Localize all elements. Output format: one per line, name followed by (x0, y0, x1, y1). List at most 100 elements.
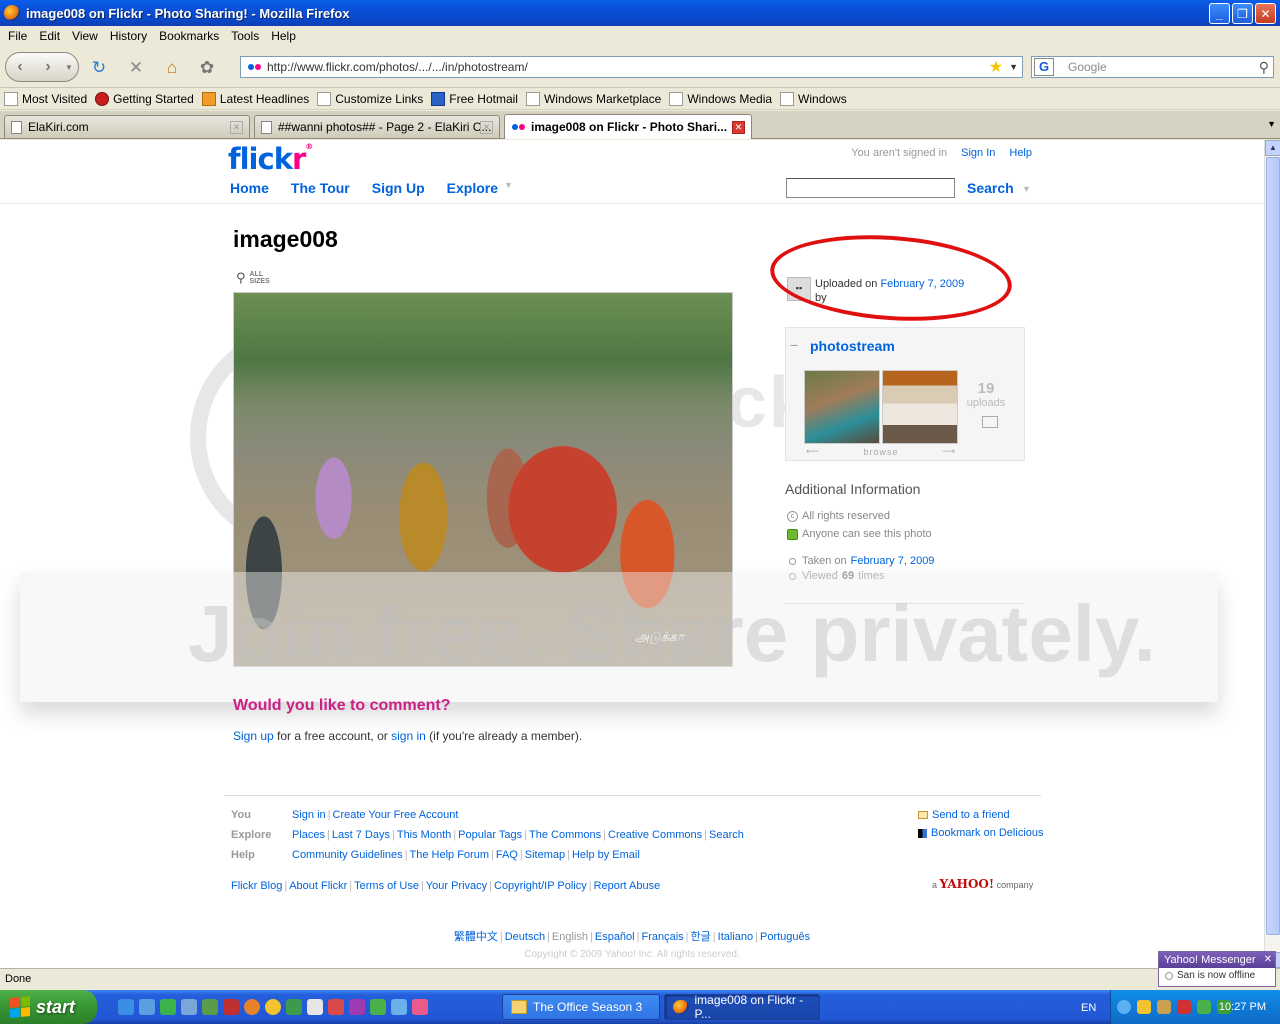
prev-arrow-icon[interactable]: ⟵ (806, 446, 820, 457)
language-link[interactable]: 한글 (691, 931, 711, 943)
scroll-thumb[interactable] (1266, 157, 1280, 935)
footer-link[interactable]: Create Your Free Account (333, 809, 459, 821)
menu-edit[interactable]: Edit (33, 29, 66, 43)
home-button[interactable]: ⌂ (162, 58, 182, 78)
bookmark-windows-marketplace[interactable]: Windows Marketplace (525, 91, 661, 106)
footer-link[interactable]: Terms of Use (354, 880, 419, 892)
bookmark-free-hotmail[interactable]: Free Hotmail (431, 91, 518, 106)
footer-link[interactable]: Sign in (292, 809, 326, 821)
app-icon[interactable] (307, 999, 323, 1015)
menu-file[interactable]: File (2, 29, 33, 43)
app-icon[interactable] (286, 999, 302, 1015)
url-text[interactable]: http://www.flickr.com/photos/.../.../in/… (267, 60, 989, 74)
addon-icon[interactable]: ✿ (197, 58, 217, 78)
tray-app-icon[interactable] (1157, 1000, 1171, 1014)
stop-button[interactable]: ✕ (126, 58, 146, 78)
ie-icon[interactable] (118, 999, 134, 1015)
scroll-up-icon[interactable]: ▲ (1265, 140, 1280, 156)
language-link[interactable]: Italiano (718, 931, 753, 943)
messenger-notification[interactable]: Yahoo! Messenger ✕ San is now offline (1158, 951, 1276, 987)
help-link[interactable]: Help (1009, 147, 1032, 159)
photostream-link[interactable]: photostream (810, 338, 895, 354)
language-indicator[interactable]: EN (1081, 1002, 1096, 1014)
messenger-icon[interactable] (265, 999, 281, 1015)
bookmark-windows[interactable]: Windows (780, 91, 847, 106)
forward-button[interactable]: › (34, 58, 62, 76)
tab-flickr-image008[interactable]: image008 on Flickr - Photo Shari... ✕ (504, 114, 752, 139)
google-engine-icon[interactable]: G (1034, 58, 1054, 76)
maximize-button[interactable]: ❐ (1232, 3, 1253, 24)
taskbar-item-office[interactable]: The Office Season 3 (502, 994, 660, 1020)
search-input[interactable]: Google (1068, 60, 1259, 74)
app-icon[interactable] (202, 999, 218, 1015)
photostream-thumbnail[interactable] (882, 370, 958, 444)
footer-link[interactable]: Sitemap (525, 849, 565, 861)
reload-button[interactable]: ↻ (89, 58, 109, 78)
footer-link[interactable]: The Help Forum (410, 849, 489, 861)
sign-up-link[interactable]: Sign up (233, 729, 274, 743)
bookmark-windows-media[interactable]: Windows Media (669, 91, 772, 106)
url-bar[interactable]: http://www.flickr.com/photos/.../.../in/… (240, 56, 1023, 78)
photostream-thumbnail[interactable] (804, 370, 880, 444)
taskbar-item-firefox[interactable]: image008 on Flickr - P... (664, 993, 820, 1021)
next-arrow-icon[interactable]: ⟶ (942, 446, 956, 457)
footer-link[interactable]: FAQ (496, 849, 518, 861)
minimize-button[interactable]: _ (1209, 3, 1230, 24)
taken-date-link[interactable]: February 7, 2009 (851, 555, 935, 567)
footer-link[interactable]: Help by Email (572, 849, 640, 861)
nav-the-tour[interactable]: The Tour (291, 180, 350, 196)
language-link[interactable]: 繁體中文 (454, 931, 498, 943)
footer-link[interactable]: The Commons (529, 829, 601, 841)
back-button[interactable]: ‹ (6, 58, 34, 76)
footer-link[interactable]: Search (709, 829, 744, 841)
close-button[interactable]: ✕ (1255, 3, 1276, 24)
app-icon[interactable] (391, 999, 407, 1015)
tab-close-icon[interactable]: ✕ (732, 120, 745, 134)
history-dropdown-icon[interactable]: ▼ (62, 63, 76, 72)
tray-shield-icon[interactable] (1177, 1000, 1191, 1014)
flickr-search-input[interactable] (786, 178, 955, 198)
language-link[interactable]: Français (641, 931, 683, 943)
search-icon[interactable]: ⚲ (1259, 59, 1269, 76)
bookmark-star-icon[interactable]: ★ (989, 57, 1003, 77)
search-dropdown-icon[interactable]: ▼ (1022, 184, 1031, 194)
menu-bookmarks[interactable]: Bookmarks (153, 29, 225, 43)
close-icon[interactable]: ✕ (1264, 952, 1272, 968)
start-button[interactable]: start (0, 990, 97, 1024)
media-player-icon[interactable] (160, 999, 176, 1015)
flickr-logo[interactable]: flickr® (228, 142, 313, 176)
tray-messenger-icon[interactable] (1137, 1000, 1151, 1014)
language-link[interactable]: Deutsch (505, 931, 545, 943)
bookmark-most-visited[interactable]: Most Visited (4, 91, 87, 106)
url-dropdown-icon[interactable]: ▼ (1009, 62, 1018, 72)
footer-link[interactable]: Last 7 Days (332, 829, 390, 841)
comment-sign-in-link[interactable]: sign in (391, 729, 426, 743)
bookmark-customize-links[interactable]: Customize Links (317, 91, 423, 106)
yahoo-company-logo[interactable]: a YAHOO! company (932, 877, 1033, 891)
app-icon[interactable] (181, 999, 197, 1015)
tray-app-icon[interactable] (1197, 1000, 1211, 1014)
app-icon[interactable] (223, 999, 239, 1015)
flickr-search-button[interactable]: Search (967, 180, 1014, 196)
nav-explore[interactable]: Explore (447, 180, 498, 196)
collapse-icon[interactable]: − (790, 337, 798, 353)
sign-in-link[interactable]: Sign In (961, 147, 995, 159)
app-icon[interactable] (370, 999, 386, 1015)
app-icon[interactable] (328, 999, 344, 1015)
language-link[interactable]: Español (595, 931, 635, 943)
tab-wanni-photos[interactable]: ##wanni photos## - Page 2 - ElaKiri C...… (254, 115, 500, 138)
footer-link[interactable]: This Month (397, 829, 451, 841)
tab-close-icon[interactable]: ✕ (480, 120, 493, 134)
footer-link[interactable]: About Flickr (289, 880, 347, 892)
search-bar[interactable]: G Google ⚲ (1031, 56, 1274, 78)
footer-link[interactable]: Creative Commons (608, 829, 702, 841)
footer-link[interactable]: Flickr Blog (231, 880, 282, 892)
language-link[interactable]: Português (760, 931, 810, 943)
menu-tools[interactable]: Tools (225, 29, 265, 43)
nav-home[interactable]: Home (230, 180, 269, 196)
tray-arrow-icon[interactable] (1117, 1000, 1131, 1014)
bookmark-latest-headlines[interactable]: Latest Headlines (201, 91, 309, 106)
app-icon[interactable] (349, 999, 365, 1015)
tab-list-dropdown-icon[interactable]: ▼ (1267, 119, 1276, 129)
footer-link[interactable]: Copyright/IP Policy (494, 880, 587, 892)
